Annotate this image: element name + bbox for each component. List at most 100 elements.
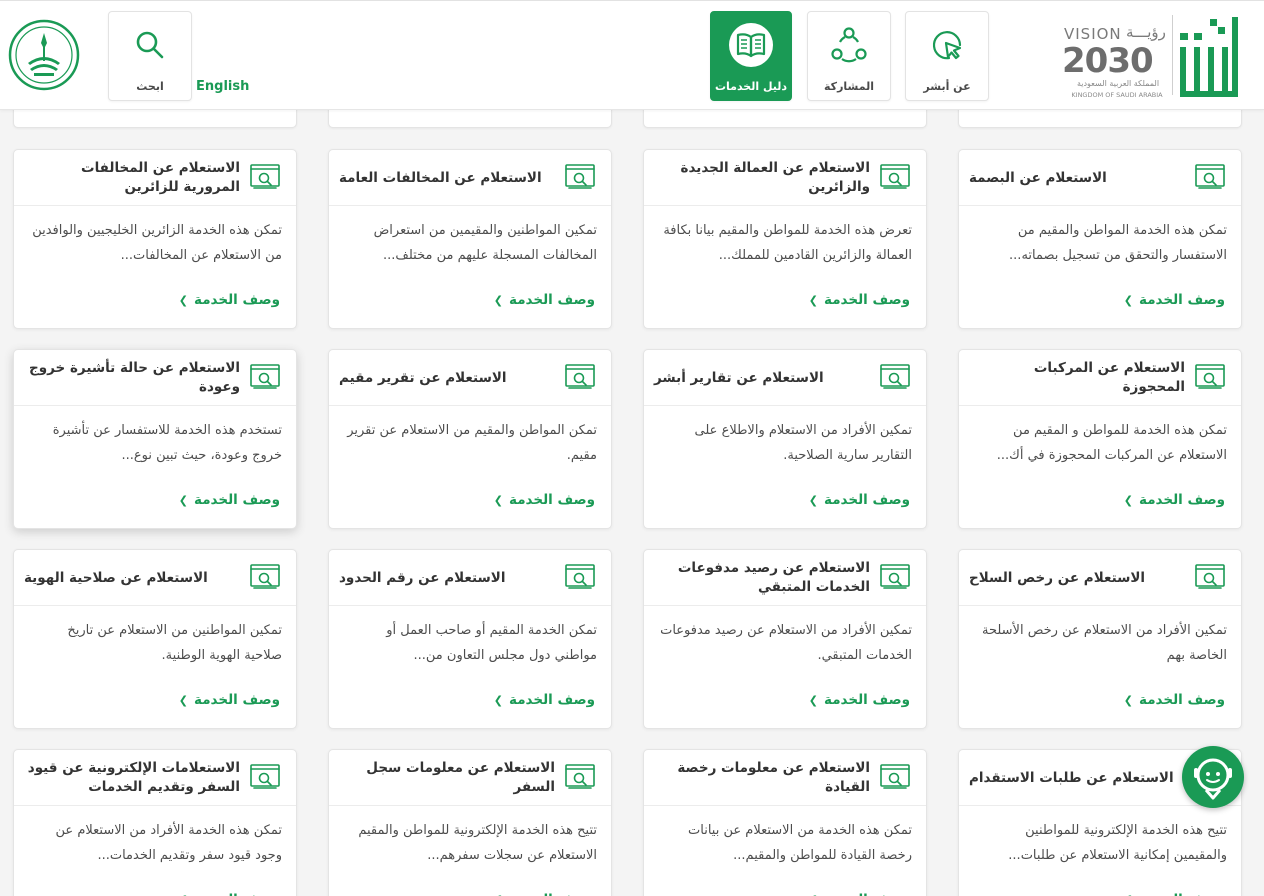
service-card-title[interactable]: الاستعلام عن حالة تأشيرة خروج وعودة [24,350,240,406]
service-card-header: الاستعلام عن رصيد مدفوعات الخدمات المتبق… [644,550,926,606]
chevron-left-icon: ❯ [493,294,504,307]
service-description-link[interactable]: وصف الخدمة❯ [809,692,910,708]
inquiry-search-icon [880,364,910,390]
service-card[interactable]: الاستعلام عن رصيد مدفوعات الخدمات المتبق… [643,549,927,729]
service-card-title[interactable]: الاستعلام عن طلبات الاستقدام [969,750,1185,806]
nav-about-label: عن أبشر [923,80,971,93]
service-description-link[interactable]: وصف الخدمة ❯ [1124,692,1225,708]
nav-about-absher[interactable]: عن أبشر [905,11,989,101]
service-card-description: تستخدم هذه الخدمة للاستفسار عن تأشيرة خر… [52,423,282,463]
inquiry-search-icon [1195,364,1225,390]
language-switch-link[interactable]: English [196,79,249,94]
service-card[interactable]: الاستعلام عن العمالة الجديدة والزائرين تع… [643,149,927,329]
service-card-title[interactable]: الاستعلام عن رخص السلاح [969,550,1185,606]
service-description-link[interactable]: وصف الخدمة❯ [1124,492,1225,508]
service-description-link-label: وصف الخدمة [1139,892,1225,896]
service-card[interactable]: الاستعلام عن معلومات رخصة القيادة تمكن هذ… [643,749,927,896]
inquiry-search-icon [880,164,910,190]
search-button[interactable]: ابحث [108,11,192,101]
service-card-title[interactable]: الاستعلام عن معلومات سجل السفر [339,750,555,806]
chat-support-button[interactable] [1182,746,1244,808]
service-description-link[interactable]: وصف الخدمة ❯ [494,692,595,708]
service-card-title[interactable]: الاستعلام عن رصيد مدفوعات الخدمات المتبق… [654,550,870,606]
service-description-link[interactable]: وصف الخدمة❯ [179,492,280,508]
search-icon [136,31,164,59]
service-card-description: تمكن هذه الخدمة الزائرين الخليجيين والوا… [32,223,282,263]
service-card[interactable]: الاستعلام عن البصمة تمكن هذه الخدمة الموا… [958,149,1242,329]
service-description-link[interactable]: وصف الخدمة❯ [809,892,910,896]
nav-services-guide[interactable]: دليل الخدمات [710,11,792,101]
service-description-link-label: وصف الخدمة [824,292,910,308]
service-card-description: تمكن هذه الخدمة للمواطن و المقيم من الاس… [996,423,1227,463]
open-book-icon [729,23,773,67]
service-card-title[interactable]: الاستعلام عن تقارير أبشر [654,350,870,406]
service-description-link[interactable]: وصف الخدمة❯ [179,292,280,308]
service-card[interactable]: الاستعلام عن رخص السلاح تمكين الأفراد من … [958,549,1242,729]
chevron-left-icon: ❯ [808,694,819,707]
service-card[interactable]: الاستعلام عن حالة تأشيرة خروج وعودة تستخد… [13,349,297,529]
chevron-left-icon: ❯ [808,494,819,507]
service-card-header: الاستعلام عن رقم الحدود [329,550,611,606]
service-description-link[interactable]: وصف الخدمة❯ [494,892,595,896]
service-card[interactable]: الاستعلام عن المركبات المحجوزة تمكن هذه ا… [958,349,1242,529]
service-description-link-label: وصف الخدمة [509,892,595,896]
service-card-title[interactable]: الاستعلام عن المخالفات العامة [339,150,555,206]
service-description-link-label: وصف الخدمة [509,692,595,708]
service-description-link[interactable]: وصف الخدمة❯ [494,492,595,508]
service-description-link[interactable]: وصف الخدمة ❯ [494,292,595,308]
service-card-title[interactable]: الاستعلام عن المخالفات المرورية للزائرين [24,150,240,206]
service-description-link[interactable]: وصف الخدمة ❯ [1124,292,1225,308]
service-card-header: الاستعلام عن المخالفات العامة [329,150,611,206]
inquiry-search-icon [880,564,910,590]
nav-participation[interactable]: المشاركة [807,11,891,101]
service-card-header: الاستعلام عن المركبات المحجوزة [959,350,1241,406]
service-card-title[interactable]: الاستعلام عن معلومات رخصة القيادة [654,750,870,806]
service-card[interactable]: الاستعلام عن المخالفات العامة تمكين الموا… [328,149,612,329]
service-card-description: تمكن هذه الخدمة من الاستعلام عن بيانات ر… [688,823,912,863]
service-description-link[interactable]: وصف الخدمة ❯ [809,292,910,308]
service-card-title[interactable]: الاستعلامات الإلكترونية عن قيود السفر وت… [24,750,240,806]
service-card-header: الاستعلام عن حالة تأشيرة خروج وعودة [14,350,296,406]
absher-logo[interactable] [1176,11,1242,103]
service-description-link[interactable]: وصف الخدمة❯ [179,692,280,708]
service-card[interactable]: الاستعلام عن معلومات سجل السفر تتيح هذه ا… [328,749,612,896]
service-card-header: الاستعلام عن رخص السلاح [959,550,1241,606]
service-description-link-label: وصف الخدمة [1139,292,1225,308]
nav-guide-label: دليل الخدمات [714,80,788,93]
inquiry-search-icon [250,564,280,590]
chevron-left-icon: ❯ [808,294,819,307]
service-description-link-label: وصف الخدمة [1139,692,1225,708]
service-card-title[interactable]: الاستعلام عن العمالة الجديدة والزائرين [654,150,870,206]
chevron-left-icon: ❯ [178,494,189,507]
ministry-emblem-logo[interactable] [8,19,80,91]
service-description-link[interactable]: وصف الخدمة❯ [1124,892,1225,896]
service-card[interactable]: الاستعلام عن تقارير أبشر تمكين الأفراد من… [643,349,927,529]
inquiry-search-icon [250,364,280,390]
service-card[interactable]: الاستعلام عن المخالفات المرورية للزائرين… [13,149,297,329]
logo-divider [1172,15,1173,95]
service-card-description: تمكن هذه الخدمة المواطن والمقيم من الاست… [1009,223,1227,263]
inquiry-search-icon [565,364,595,390]
chevron-left-icon: ❯ [493,694,504,707]
service-card-title[interactable]: الاستعلام عن رقم الحدود [339,550,555,606]
vision-kingdom-en: KINGDOM OF SAUDI ARABIA [1071,91,1163,99]
vision-arabic: رؤيـــة [1126,23,1166,41]
service-card[interactable]: الاستعلامات الإلكترونية عن قيود السفر وت… [13,749,297,896]
service-card-header: الاستعلام عن المخالفات المرورية للزائرين [14,150,296,206]
service-card-title[interactable]: الاستعلام عن صلاحية الهوية [24,550,240,606]
service-card[interactable]: الاستعلام عن رقم الحدود تمكن الخدمة المقي… [328,549,612,729]
service-description-link[interactable]: وصف الخدمة❯ [179,892,280,896]
service-card-description: تعرض هذه الخدمة للمواطن والمقيم بيانا بك… [663,223,912,263]
chevron-left-icon: ❯ [1123,694,1134,707]
inquiry-search-icon [1195,164,1225,190]
service-card-title[interactable]: الاستعلام عن البصمة [969,150,1185,206]
chevron-left-icon: ❯ [1123,294,1134,307]
service-card-title[interactable]: الاستعلام عن تقرير مقيم [339,350,555,406]
service-description-link-label: وصف الخدمة [509,292,595,308]
service-card[interactable]: الاستعلام عن تقرير مقيم تمكن المواطن والم… [328,349,612,529]
service-card-title[interactable]: الاستعلام عن المركبات المحجوزة [969,350,1185,406]
service-card-description: تمكين المواطنين والمقيمين من استعراض الم… [373,223,597,263]
chat-agent-icon [1184,748,1242,806]
service-card[interactable]: الاستعلام عن صلاحية الهوية تمكين المواطني… [13,549,297,729]
service-description-link[interactable]: وصف الخدمة❯ [809,492,910,508]
